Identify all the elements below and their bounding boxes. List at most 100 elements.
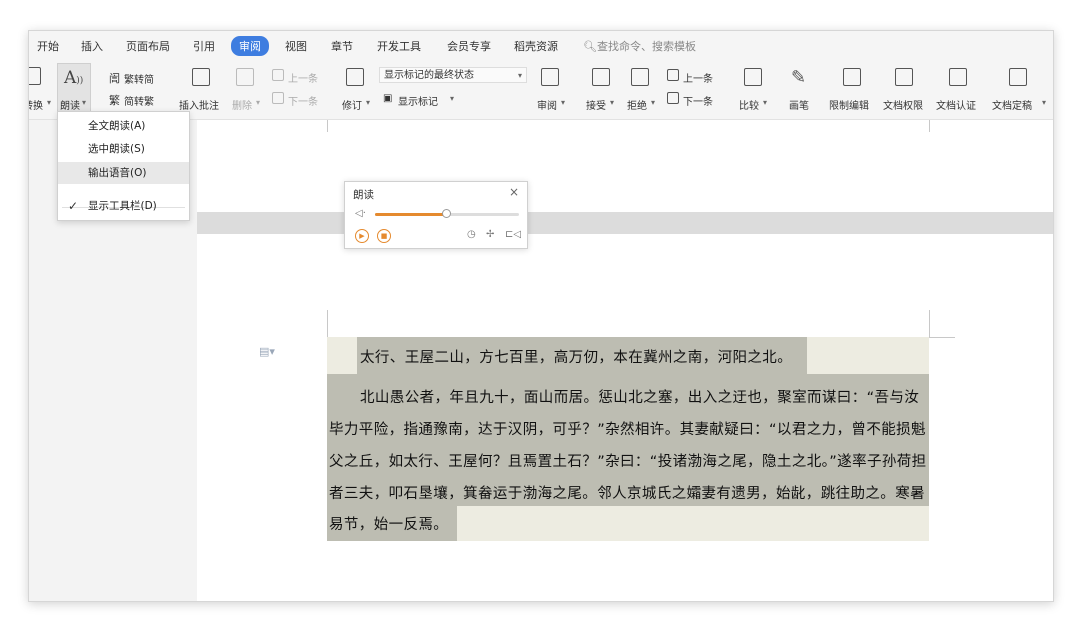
reject-icon [631,68,649,86]
play-icon[interactable]: ▶ [355,229,369,243]
simp-to-trad-icon: 繁 [109,94,120,107]
close-icon[interactable]: × [509,185,519,199]
search-box[interactable]: 🔍︎查找命令、搜索模板 [583,38,696,54]
menu-bar: 开始 插入 页面布局 引用 审阅 视图 章节 开发工具 会员专享 稻壳资源 🔍︎… [29,31,1053,61]
search-icon: 🔍︎ [583,40,597,53]
page-corner-mark [327,120,328,132]
doc-line-4: 父之丘，如太行、王屋何？且焉置土石？”杂曰：“投诸渤海之尾，隐土之北。”遂率子孙… [329,454,927,470]
volume-slider[interactable] [375,209,519,218]
track-changes-button[interactable]: 修订 [342,97,362,112]
doc-permission-button[interactable]: 文档权限 [883,97,923,112]
menu-item-read-selection[interactable]: 选中朗读(S) [58,138,189,160]
panel-title: 朗读 [353,189,374,201]
insert-comment-button[interactable]: 插入批注 [179,97,219,112]
settings-icon[interactable]: ✢ [486,229,494,240]
menu-item-read-all[interactable]: 全文朗读(A) [58,115,189,137]
pen-icon: ✎ [791,67,807,88]
page-gap [197,212,1053,234]
review-pane-icon [541,68,559,86]
tab-insert[interactable]: 插入 [81,38,103,54]
next-comment-button[interactable]: 下一条 [288,93,318,108]
show-markup-icon: ▣ [383,93,393,104]
accept-icon [592,68,610,86]
volume-fill [375,213,446,216]
chevron-down-icon: ▾ [366,98,371,107]
paragraph-marker-icon[interactable]: ▤▾ [259,345,275,359]
prev-comment-icon [272,69,284,81]
doc-line-2: 北山愚公者，年且九十，面山而居。惩山北之塞，出入之迂也，聚室而谋曰：“吾与汝 [360,390,920,406]
tab-page-layout[interactable]: 页面布局 [126,38,170,54]
menu-item-show-toolbar[interactable]: ✓ 显示工具栏(D) [58,195,189,217]
tab-docer[interactable]: 稻壳资源 [514,38,558,54]
checkmark-icon: ✓ [68,199,79,213]
trad-to-simp-button[interactable]: 繁转简 [124,71,154,86]
display-state-value: 显示标记的最终状态 [384,70,474,81]
tab-references[interactable]: 引用 [193,38,215,54]
speed-icon[interactable]: ◷ [467,229,476,240]
read-aloud-button[interactable]: A)) 朗读 ▾ [57,63,91,117]
chevron-down-icon: ▾ [517,71,522,80]
tab-home[interactable]: 开始 [37,38,59,54]
chevron-down-icon: ▾ [1042,98,1047,107]
simp-to-trad-button[interactable]: 简转繁 [124,93,154,108]
search-placeholder: 查找命令、搜索模板 [596,40,696,53]
tab-review[interactable]: 审阅 [231,36,269,56]
review-pane-button[interactable]: 审阅 [537,97,557,112]
chevron-down-icon: ▾ [82,98,87,107]
volume-knob[interactable] [441,209,451,218]
delete-button[interactable]: 删除 [232,97,252,112]
app-window: 开始 插入 页面布局 引用 审阅 视图 章节 开发工具 会员专享 稻壳资源 🔍︎… [28,30,1054,602]
doc-line-3: 毕力平险，指通豫南，达于汉阴，可乎？”杂然相许。其妻献疑曰：“以君之力，曾不能损… [329,422,926,438]
display-state-select[interactable]: 显示标记的最终状态 ▾ [379,67,527,83]
read-aloud-menu: 全文朗读(A) 选中朗读(S) 输出语音(O) ✓ 显示工具栏(D) [57,111,190,221]
insert-comment-icon [192,68,210,86]
doc-finalize-icon [1009,68,1027,86]
delete-comment-icon [236,68,254,86]
compare-icon [744,68,762,86]
compare-button[interactable]: 比较 [739,97,759,112]
chevron-down-icon: ▾ [651,98,656,107]
chevron-down-icon: ▾ [450,94,455,103]
restrict-editing-button[interactable]: 限制编辑 [829,97,869,112]
tab-view[interactable]: 视图 [285,38,307,54]
menu-item-show-toolbar-label: 显示工具栏(D) [88,200,157,212]
next-comment-icon [272,92,284,104]
accept-button[interactable]: 接受 [586,97,606,112]
page-corner-mark [929,337,955,338]
reject-button[interactable]: 拒绝 [627,97,647,112]
tab-developer[interactable]: 开发工具 [377,38,421,54]
prev-change-icon [667,69,679,81]
chevron-down-icon: ▾ [763,98,768,107]
track-changes-icon [346,68,364,86]
next-change-icon [667,92,679,104]
lock-icon [843,68,861,86]
doc-permission-icon [895,68,913,86]
stop-icon[interactable]: ■ [377,229,391,243]
convert-button[interactable]: 转换 [29,97,43,112]
prev-change-button[interactable]: 上一条 [683,70,713,85]
chevron-down-icon: ▾ [47,98,52,107]
doc-certify-button[interactable]: 文档认证 [936,97,976,112]
doc-line-1: 太行、王屋二山，方七百里，高万仞，本在冀州之南，河阳之北。 [360,350,793,366]
read-aloud-icon: A)) [64,68,84,88]
chevron-down-icon: ▾ [561,98,566,107]
page-corner-mark [929,310,930,338]
show-markup-button[interactable]: 显示标记 [398,93,438,108]
tab-chapter[interactable]: 章节 [331,38,353,54]
read-aloud-label: 朗读 [60,101,80,112]
page-corner-mark [327,310,328,338]
convert-icon [29,67,41,85]
volume-icon: ◁· [355,208,366,219]
doc-finalize-button[interactable]: 文档定稿 [992,97,1032,112]
doc-line-6: 易节，始一反焉。 [329,517,449,533]
next-change-button[interactable]: 下一条 [683,93,713,108]
chevron-down-icon: ▾ [256,98,261,107]
voice-icon[interactable]: ⊏◁ [505,229,521,240]
page-corner-mark [929,120,930,132]
pen-button[interactable]: 画笔 [789,97,809,112]
doc-certify-icon [949,68,967,86]
trad-to-simp-icon: 訚 [109,72,120,85]
tab-member[interactable]: 会员专享 [447,38,491,54]
menu-item-export-audio[interactable]: 输出语音(O) [58,162,189,184]
prev-comment-button[interactable]: 上一条 [288,70,318,85]
